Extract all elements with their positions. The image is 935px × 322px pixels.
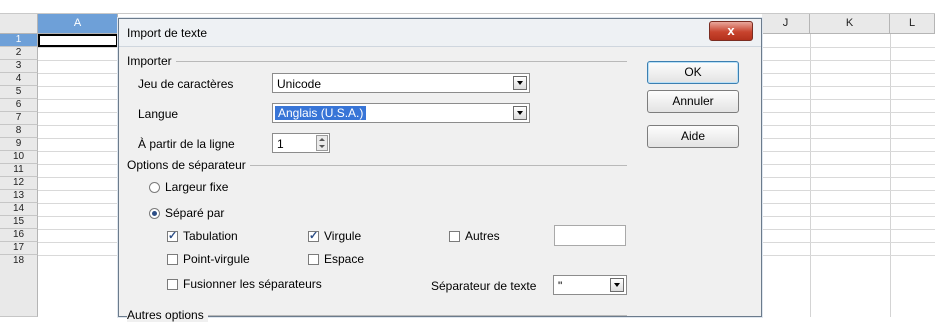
chevron-down-icon[interactable] (610, 278, 624, 292)
from-line-stepper[interactable]: 1 (272, 133, 330, 153)
tab-label[interactable]: Tabulation (183, 229, 238, 243)
section-title-importer: Importer (127, 54, 176, 68)
chevron-down-icon[interactable] (513, 106, 527, 120)
tab-checkbox[interactable] (167, 229, 178, 242)
charset-select[interactable]: Unicode (272, 73, 530, 93)
merge-delimiters-label[interactable]: Fusionner les séparateurs (183, 277, 322, 291)
row-header[interactable]: 7 (0, 112, 38, 125)
charset-label: Jeu de caractères (138, 77, 234, 91)
chevron-down-icon[interactable] (513, 76, 527, 90)
active-cell-a1[interactable] (38, 34, 118, 47)
other-checkbox[interactable] (449, 231, 460, 242)
row-header[interactable]: 13 (0, 190, 38, 203)
separated-by-label[interactable]: Séparé par (165, 206, 224, 220)
charset-value: Unicode (277, 77, 322, 91)
semicolon-label[interactable]: Point-virgule (183, 252, 250, 266)
text-delimiter-label: Séparateur de texte (431, 279, 537, 293)
grid-line (890, 34, 891, 317)
language-label: Langue (138, 107, 179, 121)
fixed-width-label[interactable]: Largeur fixe (165, 180, 228, 194)
row-header[interactable]: 15 (0, 216, 38, 229)
text-delimiter-value: " (558, 279, 563, 293)
row-header[interactable]: 12 (0, 177, 38, 190)
comma-label[interactable]: Virgule (324, 229, 361, 243)
section-title-other-options: Autres options (127, 308, 208, 322)
row-header[interactable]: 4 (0, 73, 38, 86)
dialog-title: Import de texte (127, 26, 208, 40)
column-header-a[interactable]: A (38, 14, 118, 34)
merge-delimiters-checkbox[interactable] (167, 279, 178, 290)
row-header[interactable]: 6 (0, 99, 38, 112)
row-header[interactable]: 9 (0, 138, 38, 151)
from-line-label: À partir de la ligne (138, 137, 235, 151)
row-header[interactable]: 17 (0, 242, 38, 255)
dialog-titlebar[interactable]: Import de texte x (119, 19, 761, 47)
grid-line (810, 34, 811, 317)
semicolon-checkbox[interactable] (167, 254, 178, 265)
column-header-j[interactable]: J (762, 14, 810, 34)
row-header[interactable]: 2 (0, 47, 38, 60)
column-header-l[interactable]: L (890, 14, 935, 34)
space-checkbox[interactable] (308, 254, 319, 265)
from-line-value: 1 (277, 137, 284, 151)
row-header[interactable]: 18 (0, 255, 38, 317)
select-all-corner[interactable] (0, 14, 38, 34)
language-select[interactable]: Anglais (U.S.A.) (272, 103, 530, 123)
cancel-button[interactable]: Annuler (647, 90, 739, 113)
row-header[interactable]: 3 (0, 60, 38, 73)
fixed-width-radio[interactable] (149, 182, 160, 193)
row-header[interactable]: 1 (0, 34, 38, 47)
close-button[interactable]: x (709, 21, 753, 41)
row-header[interactable]: 10 (0, 151, 38, 164)
close-icon: x (727, 23, 735, 38)
text-delimiter-select[interactable]: " (553, 275, 627, 295)
stepper-arrows-icon[interactable] (316, 135, 328, 151)
comma-checkbox[interactable] (308, 229, 319, 242)
row-header[interactable]: 5 (0, 86, 38, 99)
language-value: Anglais (U.S.A.) (275, 106, 367, 120)
other-label[interactable]: Autres (465, 229, 500, 243)
row-header[interactable]: 14 (0, 203, 38, 216)
row-header[interactable]: 16 (0, 229, 38, 242)
import-text-dialog: Import de texte x Importer Jeu de caract… (118, 18, 762, 322)
row-header[interactable]: 8 (0, 125, 38, 138)
ok-button[interactable]: OK (647, 61, 739, 84)
help-button[interactable]: Aide (647, 125, 739, 148)
space-label[interactable]: Espace (324, 252, 364, 266)
section-rule (127, 61, 627, 62)
other-separator-input[interactable] (554, 225, 626, 246)
section-title-separator-options: Options de séparateur (127, 158, 250, 172)
separated-by-radio[interactable] (149, 208, 160, 219)
toolbar-strip (0, 0, 935, 14)
column-header-k[interactable]: K (810, 14, 890, 34)
row-header[interactable]: 11 (0, 164, 38, 177)
